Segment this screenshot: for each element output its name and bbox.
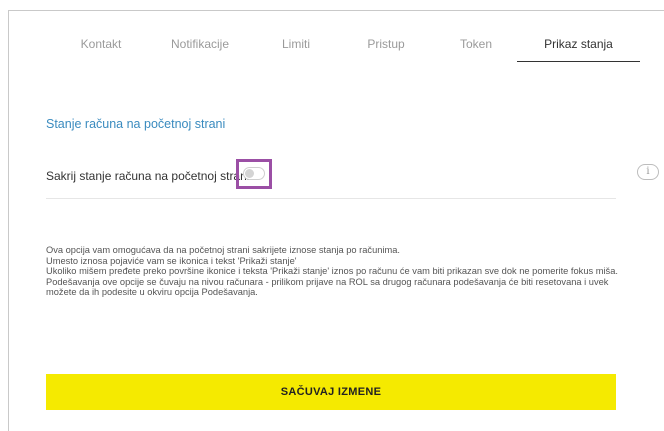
description-line: Podešavanja ove opcije se čuvaju na nivo… [46, 276, 609, 298]
settings-tabs: Kontakt Notifikacije Limiti Pristup Toke… [46, 36, 640, 62]
hide-balance-toggle[interactable] [243, 167, 265, 180]
tab-kontakt[interactable]: Kontakt [46, 36, 156, 62]
description-line: Umesto iznosa pojaviće vam se ikonica i … [46, 255, 297, 266]
tab-limiti[interactable]: Limiti [256, 36, 336, 62]
settings-panel-frame [8, 10, 664, 431]
tab-pristup[interactable]: Pristup [346, 36, 426, 62]
info-icon[interactable]: i [637, 164, 659, 180]
toggle-knob [245, 169, 254, 178]
tab-notifikacije[interactable]: Notifikacije [146, 36, 254, 62]
section-divider [46, 198, 616, 199]
option-description: Ova opcija vam omogućava da na početnoj … [46, 245, 636, 298]
section-title: Stanje računa na početnoj strani [46, 117, 226, 131]
description-line: Ukoliko mišem pređete preko površine iko… [46, 266, 618, 276]
hide-balance-label: Sakrij stanje računa na početnoj strani [46, 169, 250, 183]
description-line: Ova opcija vam omogućava da na početnoj … [46, 245, 400, 255]
save-changes-button[interactable]: SAČUVAJ IZMENE [46, 374, 616, 410]
tab-prikaz-stanja[interactable]: Prikaz stanja [517, 36, 640, 62]
tab-token[interactable]: Token [438, 36, 514, 62]
